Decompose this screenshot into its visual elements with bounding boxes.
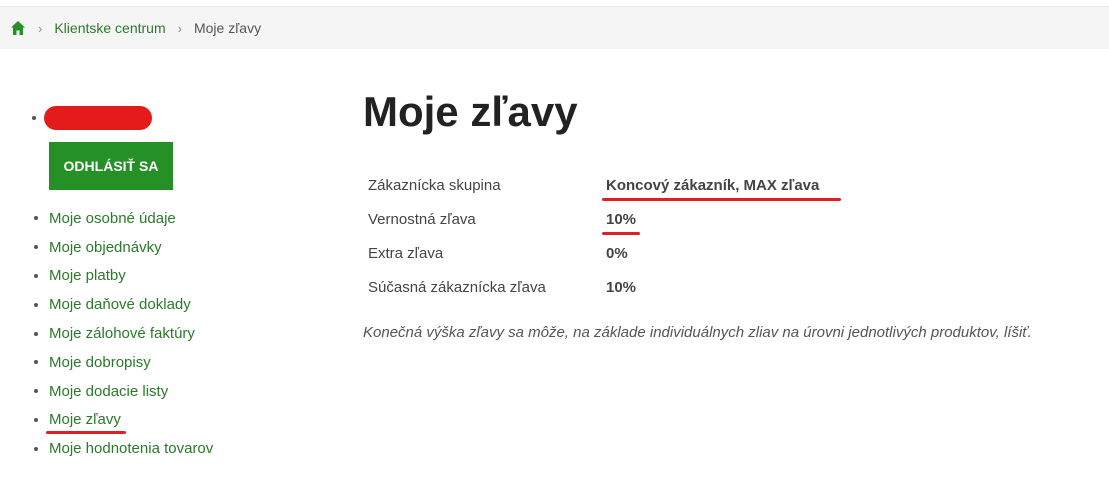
row-value: Koncový zákazník, MAX zľava <box>601 168 842 202</box>
sidebar-item-hodnotenia-tovarov: Moje hodnotenia tovarov <box>34 434 213 463</box>
sidebar-link[interactable]: Moje zálohové faktúry <box>49 325 195 342</box>
discount-note: Konečná výška zľavy sa môže, na základe … <box>363 324 1032 341</box>
row-value: 10% <box>601 202 819 236</box>
sidebar-item-zlavy: Moje zľavy <box>34 406 213 435</box>
breadcrumb: › Klientske centrum › Moje zľavy <box>0 6 1109 49</box>
row-label: Zákaznícka skupina <box>368 176 501 194</box>
table-row: Zákaznícka skupina Koncový zákazník, MAX… <box>368 168 842 202</box>
sidebar-item-dobropisy: Moje dobropisy <box>34 348 213 377</box>
breadcrumb-link-klientske-centrum[interactable]: Klientske centrum <box>54 20 165 36</box>
row-label: Vernostná zľava <box>368 210 476 228</box>
extra-discount-value: 0% <box>606 244 628 262</box>
row-label: Extra zľava <box>368 244 444 262</box>
sidebar-link[interactable]: Moje osobné údaje <box>49 210 176 227</box>
customer-group-value: Koncový zákazník, MAX zľava <box>601 176 842 201</box>
bullet <box>32 116 36 120</box>
sidebar-link[interactable]: Moje dobropisy <box>49 354 151 371</box>
row-label: Súčasná zákaznícka zľava <box>368 278 546 296</box>
sidebar-link[interactable]: Moje hodnotenia tovarov <box>49 440 213 457</box>
chevron-right-icon: › <box>38 20 43 36</box>
redacted-user-name <box>44 106 152 130</box>
account-menu: Moje osobné údaje Moje objednávky Moje p… <box>34 204 213 463</box>
sidebar-item-platby: Moje platby <box>34 262 213 291</box>
table-row: Extra zľava 0% <box>368 236 819 270</box>
breadcrumb-current: Moje zľavy <box>193 20 262 36</box>
discount-table: Zákaznícka skupina Koncový zákazník, MAX… <box>368 168 842 304</box>
sidebar-link[interactable]: Moje daňové doklady <box>49 296 191 313</box>
page-title: Moje zľavy <box>363 88 578 135</box>
sidebar-link[interactable]: Moje platby <box>49 267 126 284</box>
sidebar-link-active[interactable]: Moje zľavy <box>46 411 126 435</box>
current-discount-value: 10% <box>606 278 637 296</box>
sidebar-item-zalohove-faktury: Moje zálohové faktúry <box>34 319 213 348</box>
sidebar: ODHLÁSIŤ SA Moje osobné údaje Moje objed… <box>0 48 340 486</box>
sidebar-item-danove-doklady: Moje daňové doklady <box>34 290 213 319</box>
sidebar-item-objednavky: Moje objednávky <box>34 233 213 262</box>
sidebar-item-osobne-udaje: Moje osobné údaje <box>34 204 213 233</box>
user-name-row <box>32 106 152 130</box>
loyalty-discount-value: 10% <box>601 210 641 235</box>
logout-button[interactable]: ODHLÁSIŤ SA <box>49 142 173 190</box>
sidebar-link[interactable]: Moje dodacie listy <box>49 383 168 400</box>
table-row: Súčasná zákaznícka zľava 10% <box>368 270 819 304</box>
chevron-right-icon: › <box>177 20 182 36</box>
sidebar-link[interactable]: Moje objednávky <box>49 239 162 256</box>
table-row: Vernostná zľava 10% <box>368 202 819 236</box>
home-icon[interactable] <box>10 20 26 36</box>
sidebar-item-dodacie-listy: Moje dodacie listy <box>34 377 213 406</box>
